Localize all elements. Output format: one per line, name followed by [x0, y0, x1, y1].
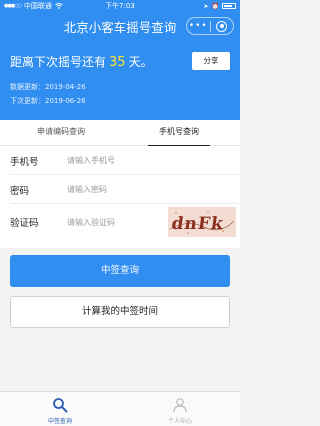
nav-bar: 北京小客车摇号查询 •••	[0, 12, 240, 40]
status-left: ●●●○○ 中国联通	[4, 1, 84, 11]
hero-panel: 距离下次摇号还有 35 天。 分享 数据更新：2019-04-26 下次更新：201…	[0, 40, 240, 120]
carrier-name: 中国联通	[23, 2, 52, 10]
next-update-line: 下次更新：2019-06-26	[10, 96, 86, 106]
status-right: ➤ ⏰	[156, 3, 236, 10]
query-button[interactable]: 中签查询	[10, 255, 230, 287]
tab-phone-number[interactable]: 手机号查询	[124, 120, 234, 147]
alarm-icon: ⏰	[211, 2, 219, 10]
tabbar-item-query[interactable]: 中签查询	[0, 392, 120, 426]
countdown-suffix: 天。	[128, 55, 153, 69]
tabbar-label: 中签查询	[47, 418, 72, 425]
password-row: 密码	[10, 175, 240, 204]
search-icon	[53, 398, 68, 413]
tabbar-item-profile[interactable]: 个人中心	[120, 392, 240, 426]
battery-icon	[222, 3, 236, 9]
signal-icon: ●●●○○	[4, 3, 22, 9]
phone-row: 手机号	[10, 146, 240, 175]
password-input[interactable]	[67, 182, 187, 196]
captcha-label: 验证码	[10, 218, 39, 229]
calculate-time-button[interactable]: 计算我的中签时间	[10, 296, 230, 328]
captcha-text: dnFk	[170, 214, 225, 234]
status-bar: ●●●○○ 中国联通 下午7:03 ➤ ⏰	[0, 0, 240, 12]
location-icon: ➤	[203, 2, 209, 10]
more-button[interactable]: •••	[187, 19, 210, 33]
bottom-tab-bar: 中签查询 个人中心	[0, 391, 240, 426]
login-form: 手机号 密码 验证码 dnFk	[0, 146, 240, 248]
tab-label: 申请编码查询	[37, 127, 85, 136]
mini-program-capsule: •••	[186, 17, 234, 35]
data-update-date: 2019-04-26	[45, 83, 86, 91]
next-update-label: 下次更新：	[10, 97, 45, 105]
tab-application-code[interactable]: 申请编码查询	[6, 120, 116, 146]
status-time: 下午7:03	[105, 2, 135, 10]
close-button[interactable]	[211, 20, 234, 32]
password-label: 密码	[10, 186, 30, 197]
phone-input[interactable]	[67, 153, 187, 167]
next-update-date: 2019-06-26	[45, 97, 86, 105]
countdown-prefix: 距离下次摇号还有	[10, 55, 107, 69]
captcha-input[interactable]	[67, 215, 157, 229]
data-update-label: 数据更新：	[10, 83, 45, 91]
query-tabs: 申请编码查询 手机号查询	[0, 120, 240, 147]
data-update-line: 数据更新：2019-04-26	[10, 82, 86, 92]
countdown-days: 35	[109, 55, 126, 70]
tab-label: 手机号查询	[159, 127, 199, 136]
captcha-image[interactable]: dnFk	[168, 207, 236, 237]
wifi-icon	[55, 3, 63, 9]
tabbar-label: 个人中心	[167, 418, 192, 425]
captcha-graphic: dnFk	[168, 207, 236, 237]
share-button[interactable]: 分享	[192, 52, 230, 70]
user-icon	[173, 398, 187, 413]
captcha-row: 验证码 dnFk	[10, 204, 240, 240]
close-ring-icon	[216, 20, 228, 32]
page-title: 北京小客车摇号查询	[63, 20, 177, 35]
phone-label: 手机号	[10, 157, 39, 168]
countdown-text: 距离下次摇号还有 35 天。	[10, 53, 153, 70]
